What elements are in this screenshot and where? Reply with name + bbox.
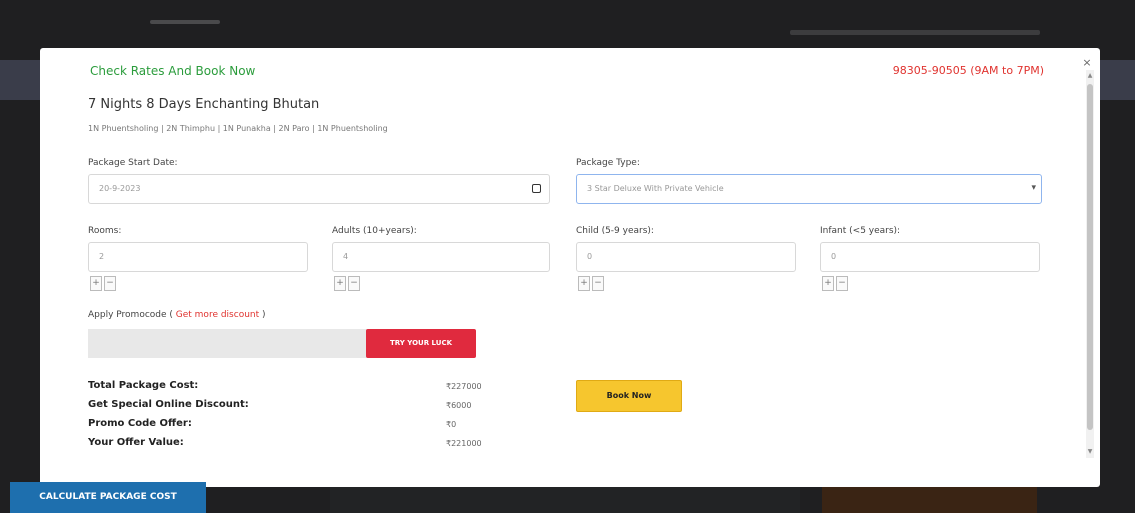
calculate-package-cost-button[interactable]: CALCULATE PACKAGE COST bbox=[10, 482, 206, 513]
child-stepper: + − bbox=[578, 276, 604, 291]
child-input[interactable]: 0 bbox=[576, 242, 796, 272]
package-type-label: Package Type: bbox=[576, 158, 640, 168]
rooms-label: Rooms: bbox=[88, 226, 122, 236]
child-minus-button[interactable]: − bbox=[592, 276, 604, 291]
adults-label: Adults (10+years): bbox=[332, 226, 417, 236]
promo-offer-value: ₹0 bbox=[446, 420, 457, 429]
promo-offer-label: Promo Code Offer: bbox=[88, 418, 192, 429]
special-discount-value: ₹6000 bbox=[446, 401, 472, 410]
calendar-icon[interactable] bbox=[532, 184, 541, 193]
rooms-minus-button[interactable]: − bbox=[104, 276, 116, 291]
special-discount-label: Get Special Online Discount: bbox=[88, 399, 249, 410]
infant-value: 0 bbox=[831, 252, 837, 261]
infant-plus-button[interactable]: + bbox=[822, 276, 834, 291]
offer-value-label: Your Offer Value: bbox=[88, 437, 184, 448]
start-date-label: Package Start Date: bbox=[88, 158, 178, 168]
child-plus-button[interactable]: + bbox=[578, 276, 590, 291]
background-header-text bbox=[150, 20, 220, 24]
scroll-up-icon[interactable]: ▲ bbox=[1086, 72, 1094, 80]
promo-label-end: ) bbox=[262, 310, 266, 320]
rooms-value: 2 bbox=[99, 252, 105, 261]
booking-modal: × ▲ ▼ Check Rates And Book Now 98305-905… bbox=[40, 48, 1100, 487]
scroll-down-icon[interactable]: ▼ bbox=[1086, 448, 1094, 456]
total-cost-label: Total Package Cost: bbox=[88, 380, 199, 391]
promo-discount-link[interactable]: Get more discount bbox=[173, 310, 262, 320]
package-title: 7 Nights 8 Days Enchanting Bhutan bbox=[88, 97, 320, 112]
book-now-button[interactable]: Book Now bbox=[576, 380, 682, 412]
package-type-value: 3 Star Deluxe With Private Vehicle bbox=[587, 184, 724, 193]
adults-stepper: + − bbox=[334, 276, 360, 291]
package-type-select[interactable]: 3 Star Deluxe With Private Vehicle ▾ bbox=[576, 174, 1042, 204]
rooms-stepper: + − bbox=[90, 276, 116, 291]
infant-minus-button[interactable]: − bbox=[836, 276, 848, 291]
promocode-input[interactable] bbox=[88, 329, 368, 358]
adults-plus-button[interactable]: + bbox=[334, 276, 346, 291]
child-value: 0 bbox=[587, 252, 593, 261]
modal-title: Check Rates And Book Now bbox=[90, 64, 256, 78]
promo-label-text: Apply Promocode ( bbox=[88, 310, 173, 320]
chevron-down-icon: ▾ bbox=[1031, 183, 1036, 193]
adults-input[interactable]: 4 bbox=[332, 242, 550, 272]
package-route: 1N Phuentsholing | 2N Thimphu | 1N Punak… bbox=[88, 124, 388, 133]
adults-value: 4 bbox=[343, 252, 349, 261]
promo-label: Apply Promocode ( Get more discount ) bbox=[88, 310, 266, 320]
child-label: Child (5-9 years): bbox=[576, 226, 654, 236]
close-icon[interactable]: × bbox=[1080, 56, 1094, 70]
offer-value-amount: ₹221000 bbox=[446, 439, 482, 448]
modal-scrollbar[interactable]: ▲ ▼ bbox=[1086, 70, 1094, 458]
contact-phone[interactable]: 98305-90505 (9AM to 7PM) bbox=[893, 64, 1044, 77]
total-cost-value: ₹227000 bbox=[446, 382, 482, 391]
infant-stepper: + − bbox=[822, 276, 848, 291]
infant-input[interactable]: 0 bbox=[820, 242, 1040, 272]
start-date-value: 20-9-2023 bbox=[99, 184, 141, 193]
scroll-thumb[interactable] bbox=[1087, 84, 1093, 430]
infant-label: Infant (<5 years): bbox=[820, 226, 901, 236]
background-nav-text bbox=[790, 30, 1040, 35]
try-your-luck-button[interactable]: TRY YOUR LUCK bbox=[366, 329, 476, 358]
start-date-input[interactable]: 20-9-2023 bbox=[88, 174, 550, 204]
rooms-input[interactable]: 2 bbox=[88, 242, 308, 272]
rooms-plus-button[interactable]: + bbox=[90, 276, 102, 291]
adults-minus-button[interactable]: − bbox=[348, 276, 360, 291]
